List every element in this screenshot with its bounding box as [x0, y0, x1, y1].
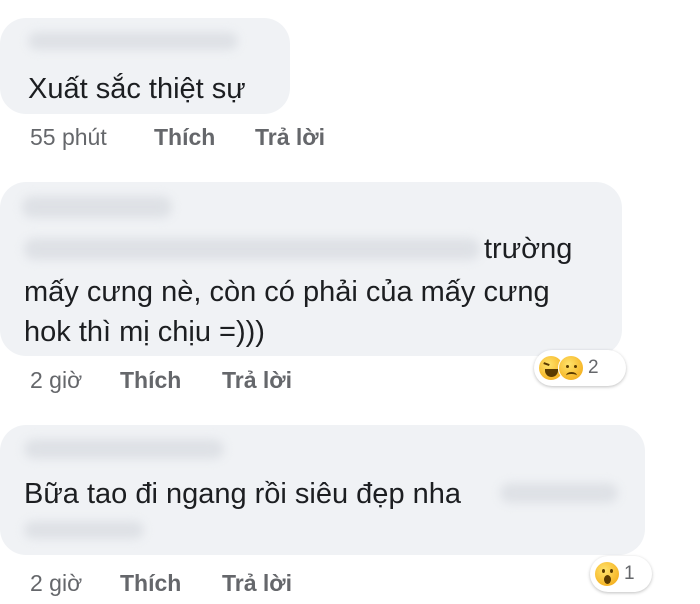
- comment-bubble: trường mấy cưng nè, còn có phải của mấy …: [0, 182, 622, 356]
- wow-icon: [594, 561, 620, 587]
- like-button[interactable]: Thích: [120, 367, 181, 394]
- comment-timestamp[interactable]: 2 giờ: [30, 367, 82, 394]
- comment-bubble: Bữa tao đi ngang rồi siêu đẹp nha: [0, 425, 645, 555]
- redacted-text: [500, 483, 618, 503]
- comment-text-line-3: hok thì mị chịu =))): [24, 316, 265, 348]
- redacted-text: [24, 521, 144, 539]
- author-name-redacted: [28, 32, 238, 50]
- reaction-summary[interactable]: 2: [534, 350, 626, 386]
- comment-bubble: Xuất sắc thiệt sự: [0, 18, 290, 114]
- reply-button[interactable]: Trả lời: [222, 570, 292, 597]
- author-name-redacted: [22, 196, 172, 218]
- like-button[interactable]: Thích: [154, 124, 215, 151]
- reaction-summary[interactable]: 1: [590, 556, 652, 592]
- author-name-redacted: [24, 439, 224, 459]
- sad-icon: [558, 355, 584, 381]
- comment-text-line-2: mấy cưng nè, còn có phải của mấy cưng: [24, 276, 550, 308]
- comment-text: Xuất sắc thiệt sự: [28, 73, 246, 105]
- like-button[interactable]: Thích: [120, 570, 181, 597]
- reaction-count: 2: [588, 357, 599, 378]
- comment-text: Bữa tao đi ngang rồi siêu đẹp nha: [24, 478, 462, 510]
- reply-button[interactable]: Trả lời: [255, 124, 325, 151]
- reply-button[interactable]: Trả lời: [222, 367, 292, 394]
- redacted-text: [24, 238, 480, 260]
- comment-text-line-1: trường: [484, 233, 573, 265]
- reaction-count: 1: [624, 563, 635, 584]
- comment-timestamp[interactable]: 2 giờ: [30, 570, 82, 597]
- comment-timestamp[interactable]: 55 phút: [30, 124, 107, 151]
